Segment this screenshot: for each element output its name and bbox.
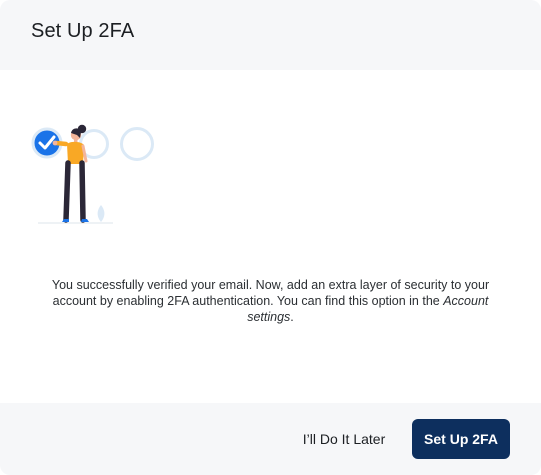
dialog-header: Set Up 2FA bbox=[0, 0, 541, 70]
do-it-later-button[interactable]: I’ll Do It Later bbox=[290, 421, 398, 457]
step-circle-3 bbox=[120, 127, 154, 161]
plant-icon bbox=[97, 205, 105, 222]
woman-checking-steps-illustration bbox=[31, 124, 154, 224]
message-suffix: . bbox=[290, 310, 294, 324]
message-text: You successfully verified your email. No… bbox=[51, 278, 490, 308]
setup-2fa-dialog: Set Up 2FA You successfully verified you… bbox=[0, 0, 541, 475]
verification-message: You successfully verified your email. No… bbox=[30, 277, 511, 325]
set-up-2fa-button[interactable]: Set Up 2FA bbox=[412, 419, 510, 459]
dialog-title: Set Up 2FA bbox=[31, 20, 135, 42]
